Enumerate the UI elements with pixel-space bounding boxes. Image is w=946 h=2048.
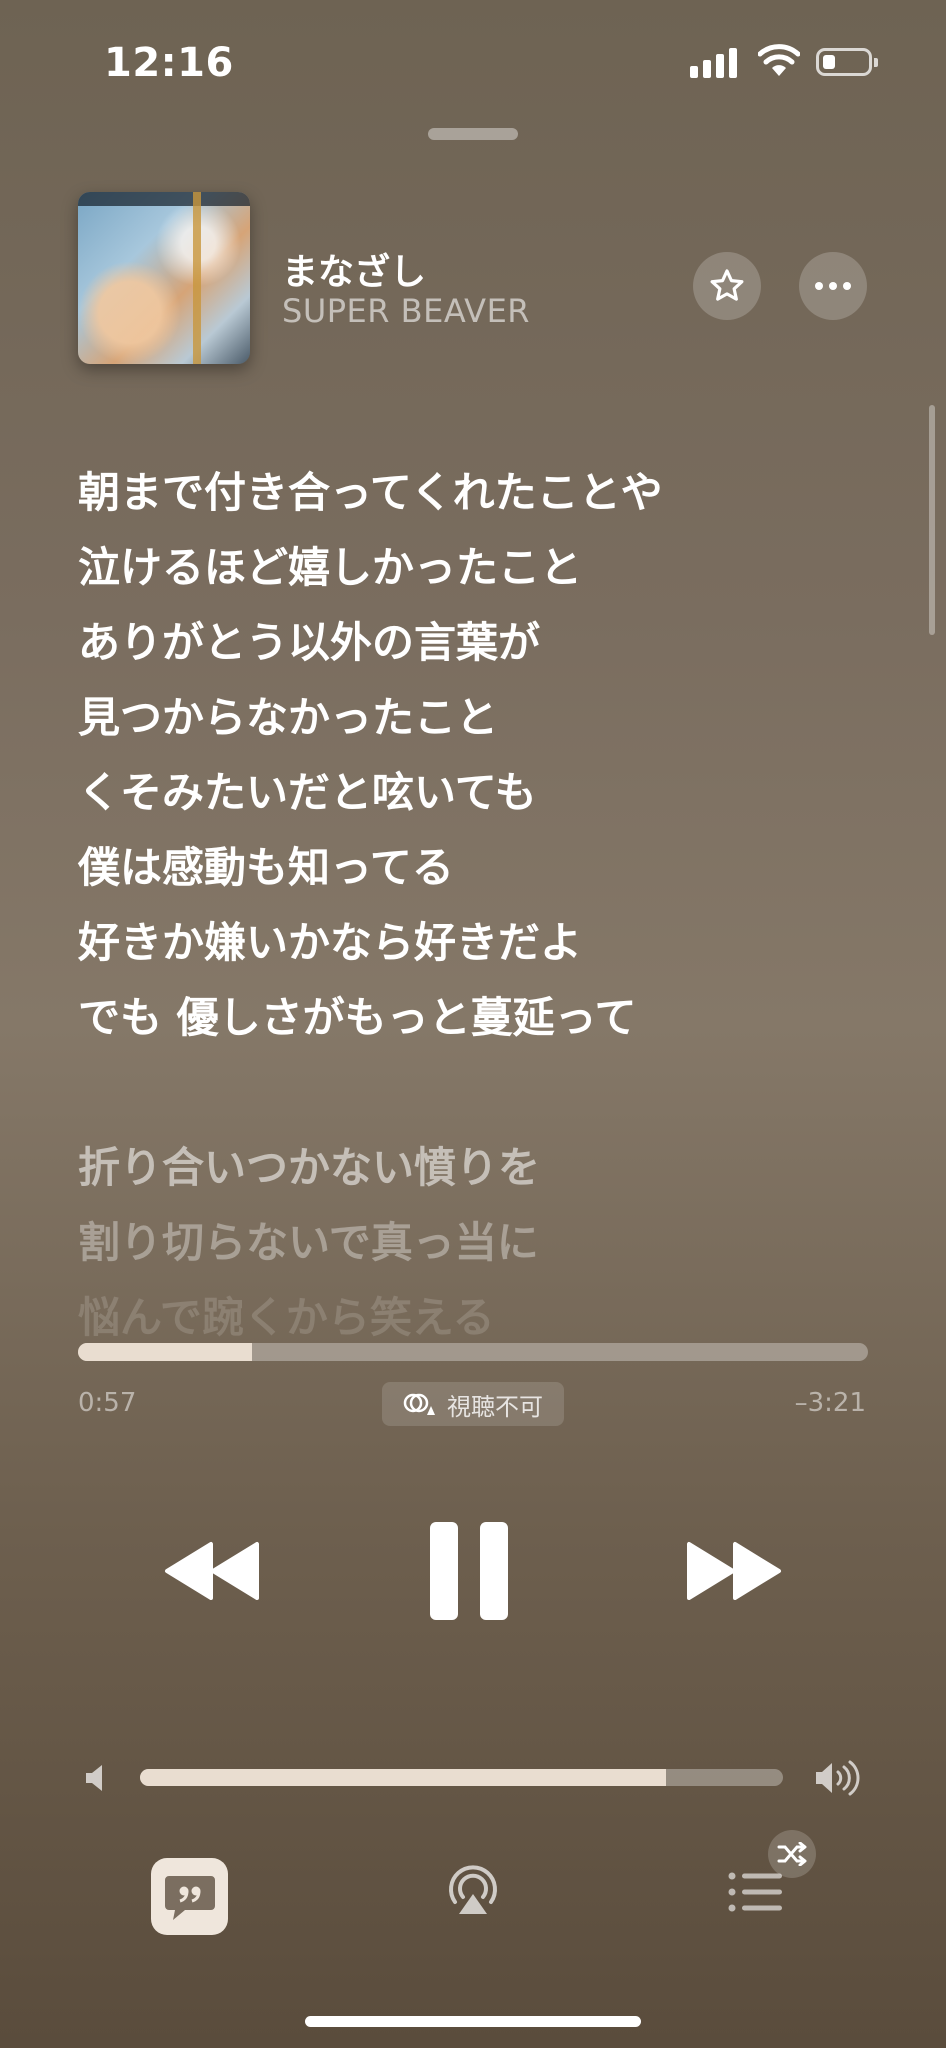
ellipsis-icon	[815, 282, 851, 290]
lyric-line[interactable]: 僕は感動も知ってる	[78, 830, 878, 905]
song-title: まなざし	[282, 252, 427, 293]
home-indicator[interactable]	[305, 2016, 641, 2027]
lossless-warning-icon	[403, 1393, 435, 1415]
lyric-line-upcoming[interactable]: 割り切らないで真っ当に	[78, 1205, 878, 1280]
lyric-line[interactable]: 泣けるほど嬉しかったこと	[78, 530, 878, 605]
lyrics-view[interactable]: 朝まで付き合ってくれたことや 泣けるほど嬉しかったこと ありがとう以外の言葉が …	[78, 455, 878, 1355]
volume-fill	[140, 1769, 666, 1786]
more-options-button[interactable]	[799, 252, 867, 320]
volume-low-icon	[86, 1765, 102, 1791]
lyric-line[interactable]: 朝まで付き合ってくれたことや	[78, 455, 878, 530]
wifi-icon	[758, 44, 800, 76]
next-track-button[interactable]	[683, 1540, 783, 1602]
queue-button[interactable]	[728, 1872, 784, 1912]
album-artwork[interactable]	[78, 192, 250, 364]
playback-progress-slider[interactable]	[78, 1343, 868, 1361]
shuffle-indicator	[768, 1830, 816, 1878]
artist-name[interactable]: SUPER BEAVER	[282, 292, 530, 330]
quote-bubble-icon	[164, 1875, 215, 1920]
backward-icon	[165, 1542, 259, 1600]
badge-label: 視聴不可	[447, 1392, 543, 1421]
status-time: 12:16	[104, 40, 234, 86]
cellular-signal-icon	[690, 48, 737, 78]
lyrics-scroll-indicator	[929, 405, 935, 635]
favorite-button[interactable]	[693, 252, 761, 320]
pause-icon	[480, 1522, 508, 1620]
progress-fill	[78, 1343, 252, 1361]
volume-slider[interactable]	[140, 1769, 783, 1786]
lyric-line[interactable]: ありがとう以外の言葉が	[78, 605, 878, 680]
elapsed-time: 0:57	[78, 1388, 137, 1418]
lyric-line[interactable]: くそみたいだと呟いても	[78, 755, 878, 830]
volume-high-icon	[816, 1760, 860, 1796]
airplay-button[interactable]	[445, 1862, 501, 1918]
previous-track-button[interactable]	[163, 1540, 263, 1602]
list-icon	[728, 1872, 782, 1912]
airplay-icon	[449, 1865, 497, 1914]
pause-icon	[430, 1522, 458, 1620]
remaining-time: –3:21	[794, 1388, 866, 1418]
lyrics-button[interactable]	[151, 1858, 228, 1935]
star-icon	[710, 269, 744, 301]
shuffle-icon	[777, 1842, 807, 1866]
sheet-grabber[interactable]	[428, 128, 518, 140]
lyric-line[interactable]: 見つからなかったこと	[78, 680, 878, 755]
lyric-line[interactable]: 好きか嫌いかなら好きだよ	[78, 905, 878, 980]
unavailable-badge: 視聴不可	[382, 1382, 564, 1426]
lyric-line[interactable]: でも 優しさがもっと蔓延って	[78, 980, 878, 1055]
pause-button[interactable]	[430, 1522, 508, 1620]
lyric-line-upcoming[interactable]: 折り合いつかない憤りを	[78, 1130, 878, 1205]
forward-icon	[687, 1542, 781, 1600]
battery-icon	[816, 48, 878, 76]
